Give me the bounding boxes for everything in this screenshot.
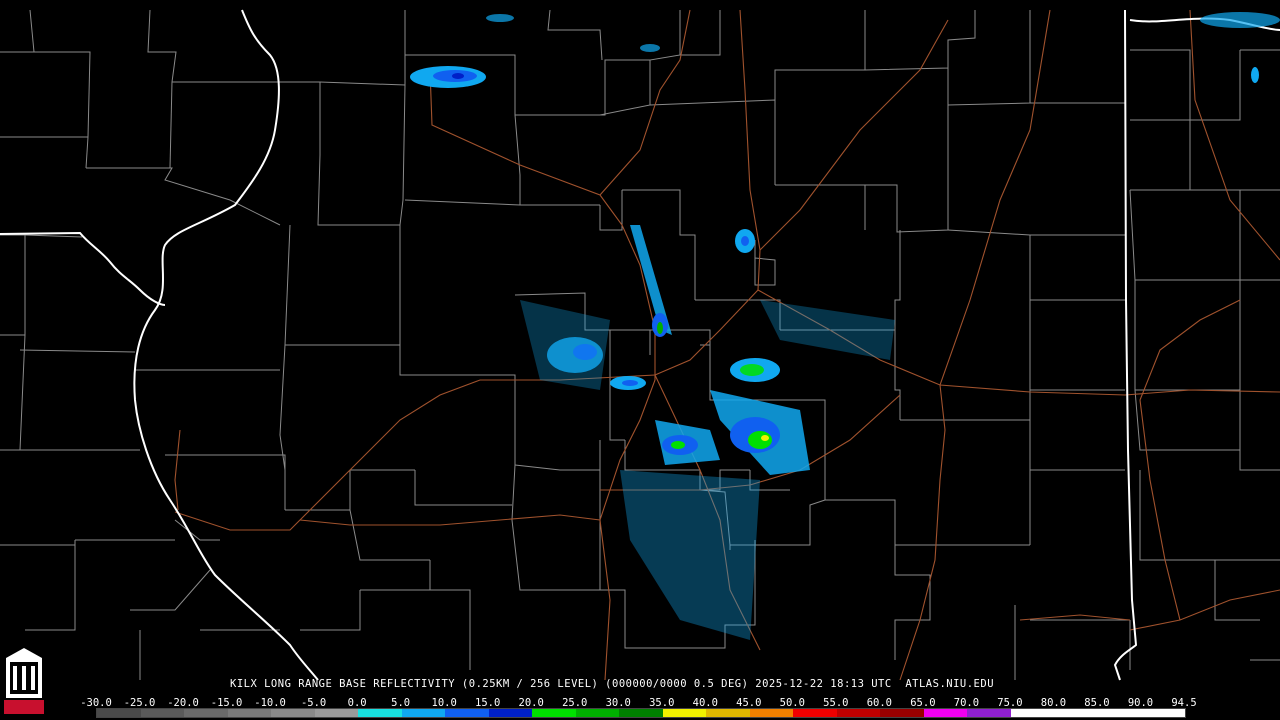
colorbar-segment [836, 709, 881, 717]
colorbar-segment [1141, 709, 1185, 717]
radar-echo [520, 300, 610, 390]
radar-echo [671, 441, 685, 449]
radar-echo [452, 73, 464, 79]
colorbar-segment [488, 709, 533, 717]
colorbar-segment [793, 709, 837, 717]
colorbar-segment [227, 709, 272, 717]
reflectivity-colorbar [96, 708, 1186, 718]
radar-echo [748, 431, 772, 449]
radar-echo [657, 322, 663, 334]
colorbar-segment [1010, 709, 1055, 717]
colorbar-segment [184, 709, 228, 717]
colorbar-segment [97, 709, 141, 717]
colorbar-segment [401, 709, 446, 717]
colorbar-segment [1054, 709, 1098, 717]
state-borders [0, 9, 1280, 681]
radar-echo [640, 44, 660, 52]
colorbar-segment [619, 709, 663, 717]
colorbar-segment [749, 709, 794, 717]
colorbar-segment [1097, 709, 1142, 717]
niu-logo [4, 648, 44, 714]
colorbar-segment [923, 709, 968, 717]
radar-echo [1251, 67, 1259, 83]
product-caption: KILX LONG RANGE BASE REFLECTIVITY (0.25K… [230, 678, 995, 690]
colorbar-segment [662, 709, 707, 717]
colorbar-segment [575, 709, 620, 717]
radar-echo [1200, 12, 1280, 28]
radar-echo [760, 300, 895, 360]
colorbar-segment [140, 709, 185, 717]
radar-echo [620, 470, 760, 640]
colorbar-segment [271, 709, 315, 717]
radar-echo [761, 435, 769, 441]
radar-echoes [410, 12, 1280, 640]
colorbar-segment [532, 709, 576, 717]
colorbar-segment [880, 709, 924, 717]
radar-echo [741, 236, 749, 246]
radar-map [0, 9, 1280, 681]
colorbar-segment [706, 709, 750, 717]
radar-echo [486, 14, 514, 22]
radar-echo [740, 364, 764, 376]
colorbar-segment [314, 709, 359, 717]
county-lines [0, 9, 1280, 680]
colorbar-segment [445, 709, 489, 717]
colorbar-segment [358, 709, 402, 717]
colorbar-segment [967, 709, 1011, 717]
radar-echo [622, 380, 638, 386]
